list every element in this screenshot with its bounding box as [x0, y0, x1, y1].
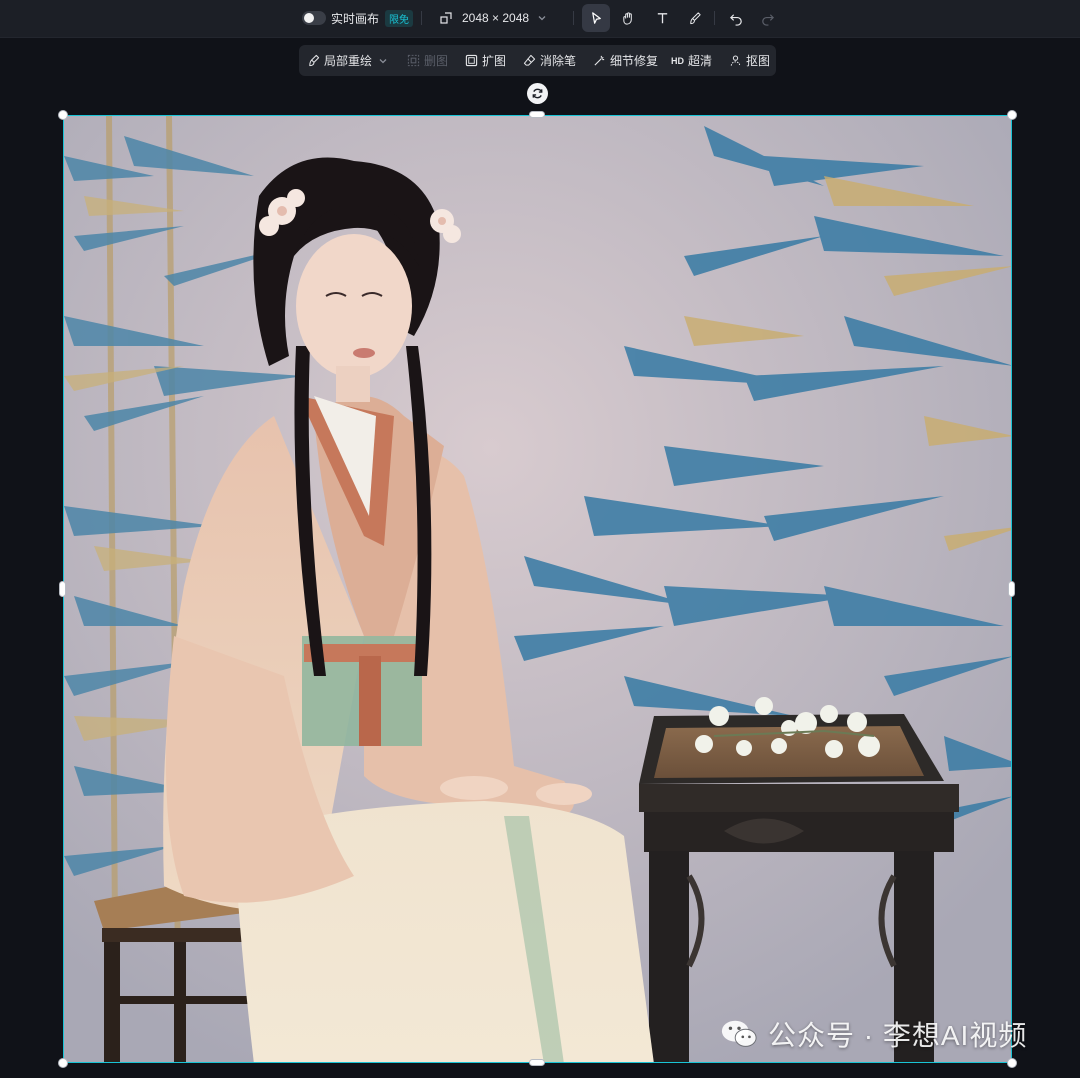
divider [573, 11, 574, 25]
detail-repair-button[interactable]: 细节修复 [593, 45, 658, 76]
magic-wand-icon [593, 54, 606, 67]
resize-handle-top-right[interactable] [1007, 110, 1017, 120]
resize-handle-top[interactable] [529, 111, 545, 118]
resize-handle-bottom[interactable] [529, 1059, 545, 1066]
hand-tool-button[interactable] [614, 4, 642, 32]
resize-handle-top-left[interactable] [58, 110, 68, 120]
detail-repair-label: 细节修复 [610, 54, 659, 68]
live-canvas-toggle[interactable]: 实时画布 限免 [302, 0, 414, 36]
cursor-arrow-icon [591, 11, 601, 24]
divider [714, 11, 715, 25]
resize-handle-bottom-right[interactable] [1007, 1058, 1017, 1068]
text-icon [657, 12, 667, 23]
eraser-button[interactable]: 消除笔 [523, 45, 576, 76]
rotate-button[interactable] [527, 83, 548, 104]
canvas-size-value: 2048 × 2048 [462, 11, 530, 25]
delete-image-button[interactable]: 删图 [407, 45, 448, 76]
expand-image-button[interactable]: 扩图 [465, 45, 506, 76]
divider [421, 11, 422, 25]
wechat-logo-icon [721, 1020, 757, 1047]
hd-upscale-button[interactable]: HD 超清 [671, 45, 712, 76]
delete-image-label: 删图 [424, 54, 449, 68]
cutout-icon [729, 54, 742, 67]
edit-toolbar: 局部重绘 删图 扩图 消除笔 细节修复 HD 超清 抠图 [299, 45, 776, 76]
toggle-switch[interactable] [302, 11, 326, 25]
hand-icon [622, 11, 632, 25]
eraser-label: 消除笔 [540, 54, 577, 68]
select-tool-button[interactable] [582, 4, 610, 32]
resize-handle-right[interactable] [1008, 581, 1015, 597]
eraser-icon [523, 54, 536, 67]
top-toolbar: 实时画布 限免 2048 × 2048 [0, 0, 1080, 38]
paint-brush-icon [307, 54, 320, 67]
free-badge: 限免 [385, 9, 414, 27]
watermark: 公众号 · 李想AI视频 [720, 1014, 1027, 1054]
hd-upscale-label: 超清 [688, 54, 713, 68]
watermark-text: 公众号 · 李想AI视频 [768, 1020, 1028, 1051]
undo-button[interactable] [722, 4, 750, 32]
undo-icon [729, 13, 742, 26]
cutout-label: 抠图 [746, 54, 771, 68]
live-canvas-label: 实时画布 [331, 11, 380, 26]
resize-handle-bottom-left[interactable] [58, 1058, 68, 1068]
delete-image-icon [407, 54, 420, 67]
brush-icon [689, 11, 701, 24]
cutout-button[interactable]: 抠图 [729, 45, 770, 76]
hd-icon: HD [671, 55, 684, 66]
expand-image-label: 扩图 [482, 54, 507, 68]
expand-icon [465, 54, 478, 67]
inpaint-button[interactable]: 局部重绘 [307, 45, 388, 76]
rotate-icon [532, 88, 543, 99]
brush-tool-button[interactable] [680, 4, 708, 32]
resize-handle-left[interactable] [59, 581, 66, 597]
resize-icon [440, 12, 452, 24]
canvas-image[interactable] [63, 115, 1012, 1063]
chevron-down-icon [379, 58, 387, 63]
redo-button[interactable] [753, 4, 781, 32]
hanfu-portrait-image [64, 116, 1011, 1062]
redo-icon [761, 13, 774, 26]
text-tool-button[interactable] [648, 4, 676, 32]
chevron-down-icon [538, 16, 546, 21]
canvas-size-select[interactable]: 2048 × 2048 [440, 0, 547, 36]
inpaint-label: 局部重绘 [324, 54, 373, 68]
